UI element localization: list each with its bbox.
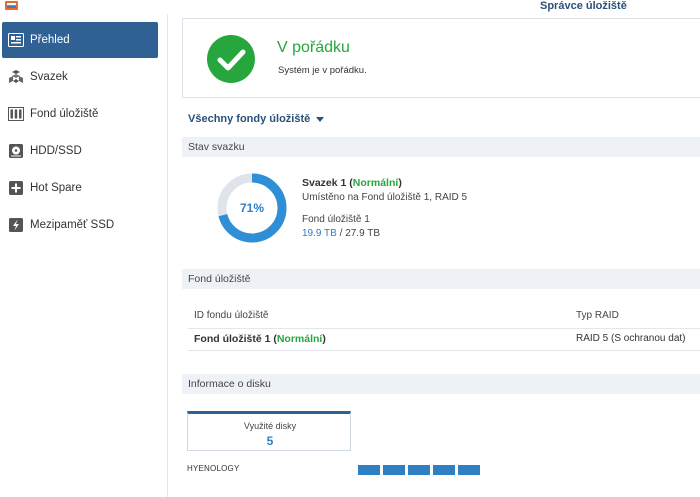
storage-pool-filter-dropdown[interactable]: Všechny fondy úložiště xyxy=(188,113,325,125)
sidebar-item-hdd-ssd[interactable]: HDD/SSD xyxy=(2,133,158,169)
sidebar-item-label: Svazek xyxy=(30,71,68,83)
table-divider xyxy=(188,350,700,351)
disk-bay-1[interactable] xyxy=(358,465,380,475)
volume-total: 27.9 TB xyxy=(345,228,381,239)
storage-pool-icon xyxy=(8,106,24,122)
hdd-icon xyxy=(8,143,24,159)
disk-bay-2[interactable] xyxy=(383,465,405,475)
sidebar-item-ssd-cache[interactable]: Mezipaměť SSD xyxy=(2,207,158,243)
volume-icon xyxy=(8,69,24,85)
column-header-raid-type: Typ RAID xyxy=(576,310,619,321)
pool-id: Fond úložiště 1 xyxy=(194,333,271,345)
disk-bay-3[interactable] xyxy=(408,465,430,475)
sidebar-item-label: Mezipaměť SSD xyxy=(30,219,115,231)
used-disks-value: 5 xyxy=(266,434,274,448)
volume-usage-percent: 71% xyxy=(239,201,265,215)
sidebar-item-storage-pool[interactable]: Fond úložiště xyxy=(2,96,158,132)
volume-name-text: Svazek 1 xyxy=(302,177,347,189)
table-divider xyxy=(188,328,700,329)
hot-spare-icon xyxy=(8,180,24,196)
ssd-cache-icon xyxy=(8,217,24,233)
health-status-card: V pořádku Systém je v pořádku. xyxy=(182,18,700,98)
chevron-down-icon xyxy=(316,116,325,122)
health-status-subtitle: Systém je v pořádku. xyxy=(278,65,367,76)
capacity-separator: / xyxy=(336,228,346,239)
sidebar-item-hot-spare[interactable]: Hot Spare xyxy=(2,170,158,206)
main-panel: V pořádku Systém je v pořádku. Všechny f… xyxy=(170,14,700,497)
volume-status-header: Stav svazku xyxy=(182,137,700,157)
check-icon xyxy=(207,35,255,83)
disk-bay-4[interactable] xyxy=(433,465,455,475)
storage-pool-header: Fond úložiště xyxy=(182,269,700,289)
volume-capacity: 19.9 TB / 27.9 TB xyxy=(302,228,380,239)
sidebar-item-label: Hot Spare xyxy=(30,182,82,194)
used-disks-label: Využité disky xyxy=(243,421,297,431)
volume-pool-name: Fond úložiště 1 xyxy=(302,214,370,225)
window-title: Správce úložiště xyxy=(540,0,627,12)
used-disks-card: Využité disky 5 xyxy=(187,411,351,451)
disk-info-header: Informace o disku xyxy=(182,374,700,394)
overview-icon xyxy=(8,32,24,48)
sidebar-item-volume[interactable]: Svazek xyxy=(2,59,158,95)
volume-used: 19.9 TB xyxy=(302,228,337,239)
storage-manager-app-icon xyxy=(5,1,18,10)
health-status-title: V pořádku xyxy=(277,39,350,56)
disk-bay-indicators xyxy=(358,465,483,475)
disk-bay-5[interactable] xyxy=(458,465,480,475)
sidebar-item-label: Přehled xyxy=(30,34,70,46)
pool-state: Normální xyxy=(276,333,323,345)
column-header-pool-id: ID fondu úložiště xyxy=(194,310,269,321)
storage-pool-filter-label: Všechny fondy úložiště xyxy=(188,113,311,125)
table-row-pool-id[interactable]: Fond úložiště 1 (Normální) xyxy=(194,333,326,345)
volume-location: Umístěno na Fond úložiště 1, RAID 5 xyxy=(302,192,468,203)
window-titlebar: Správce úložiště xyxy=(0,0,700,14)
nas-model-label: HYENOLOGY xyxy=(187,464,240,473)
volume-state: Normální xyxy=(352,177,399,189)
sidebar-item-label: HDD/SSD xyxy=(30,145,82,157)
table-row-raid-type: RAID 5 (S ochranou dat) xyxy=(576,333,686,344)
sidebar: Přehled Svazek Fond úložiště HDD/SSD Hot… xyxy=(0,14,168,497)
sidebar-item-overview[interactable]: Přehled xyxy=(2,22,158,58)
sidebar-item-label: Fond úložiště xyxy=(30,108,99,120)
volume-name: Svazek 1 (Normální) xyxy=(302,177,402,189)
